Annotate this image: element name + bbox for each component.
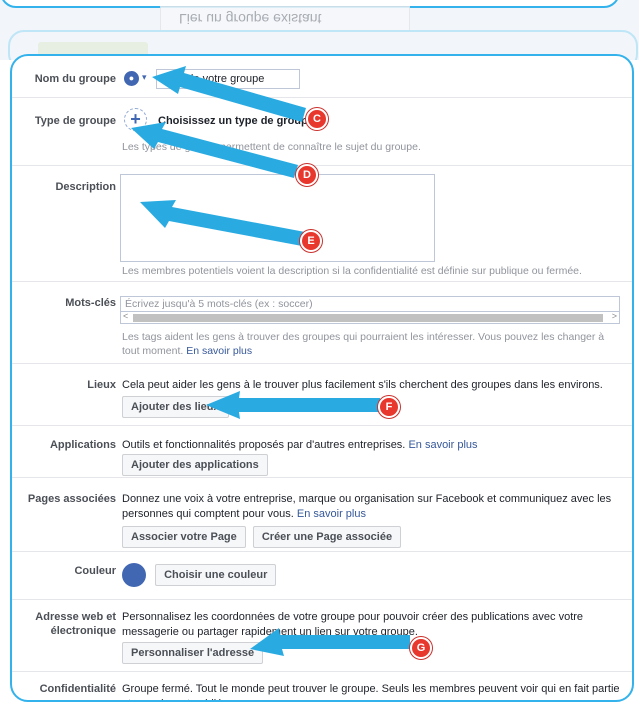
scroll-left-icon[interactable]: < <box>123 311 128 321</box>
add-apps-button[interactable]: Ajouter des applications <box>122 454 268 476</box>
privacy-description: Groupe fermé. Tout le monde peut trouver… <box>122 683 620 700</box>
mirrored-dropdown-option: Lier un groupe existant <box>160 6 410 32</box>
keywords-input[interactable]: Écrivez jusqu'à 5 mots-clés (ex : soccer… <box>120 296 620 312</box>
places-description: Cela peut aider les gens à le trouver pl… <box>122 379 603 391</box>
choose-color-button[interactable]: Choisir une couleur <box>155 564 277 586</box>
keywords-field: Écrivez jusqu'à 5 mots-clés (ex : soccer… <box>120 296 620 326</box>
add-group-type-icon[interactable]: + <box>124 108 147 131</box>
annotation-badge-d: D <box>296 164 318 186</box>
group-type-row: Type de groupe <box>12 98 632 166</box>
description-label: Description <box>55 181 116 193</box>
associate-page-button[interactable]: Associer votre Page <box>122 526 246 548</box>
web-address-label-line2: électronique <box>50 625 116 637</box>
annotation-badge-c: C <box>306 108 328 130</box>
places-label: Lieux <box>87 379 116 391</box>
linked-pages-text: Donnez une voix à votre entreprise, marq… <box>122 493 612 520</box>
group-type-title[interactable]: Choisissez un type de groupe <box>158 114 620 129</box>
group-settings-panel: Nom du groupe ● ▾ Nom de votre groupe Ty… <box>10 54 634 702</box>
group-name-input[interactable]: Nom de votre groupe <box>156 69 300 89</box>
scrollbar-thumb[interactable] <box>133 314 603 322</box>
keywords-scrollbar[interactable]: < > <box>120 311 620 324</box>
privacy-label: Confidentialité <box>39 683 116 695</box>
group-type-label: Type de groupe <box>34 115 116 127</box>
keywords-label: Mots-clés <box>65 297 116 309</box>
group-icon: ● <box>124 71 139 86</box>
linked-pages-learn-more-link[interactable]: En savoir plus <box>297 508 366 520</box>
customize-address-button[interactable]: Personnaliser l'adresse <box>122 642 264 664</box>
web-address-description: Personnalisez les coordonnées de votre g… <box>122 611 584 638</box>
group-name-label: Nom du groupe <box>34 73 116 85</box>
previous-screen-band: Lier un groupe existant <box>0 0 639 60</box>
group-name-row: Nom du groupe ● ▾ Nom de votre groupe <box>12 56 632 98</box>
description-help: Les membres potentiels voient la descrip… <box>122 265 582 277</box>
create-page-button[interactable]: Créer une Page associée <box>252 526 402 548</box>
group-icon-selector[interactable]: ● ▾ <box>122 69 152 89</box>
annotation-badge-f: F <box>378 396 400 418</box>
group-type-help: Les types de groupe permettent de connaî… <box>122 141 421 153</box>
linked-pages-label: Pages associées <box>27 493 116 505</box>
keywords-help: Les tags aident les gens à trouver des g… <box>122 330 620 358</box>
apps-label: Applications <box>49 439 116 451</box>
annotation-badge-g: G <box>410 637 432 659</box>
add-places-button[interactable]: Ajouter des lieux <box>122 396 229 418</box>
web-address-label-line1: Adresse web et <box>35 611 116 623</box>
annotation-badge-e: E <box>300 230 322 252</box>
scroll-right-icon[interactable]: > <box>612 311 617 321</box>
keywords-learn-more-link[interactable]: En savoir plus <box>186 345 252 357</box>
color-label: Couleur <box>74 565 116 577</box>
description-textarea[interactable] <box>120 174 435 262</box>
web-address-label: Adresse web et électronique <box>12 610 116 638</box>
color-swatch[interactable] <box>122 563 146 587</box>
linked-pages-description: Donnez une voix à votre entreprise, marq… <box>122 492 620 522</box>
apps-learn-more-link[interactable]: En savoir plus <box>408 439 477 451</box>
chevron-down-icon: ▾ <box>142 72 147 82</box>
apps-text: Outils et fonctionnalités proposés par d… <box>122 439 406 451</box>
apps-description: Outils et fonctionnalités proposés par d… <box>122 438 620 453</box>
